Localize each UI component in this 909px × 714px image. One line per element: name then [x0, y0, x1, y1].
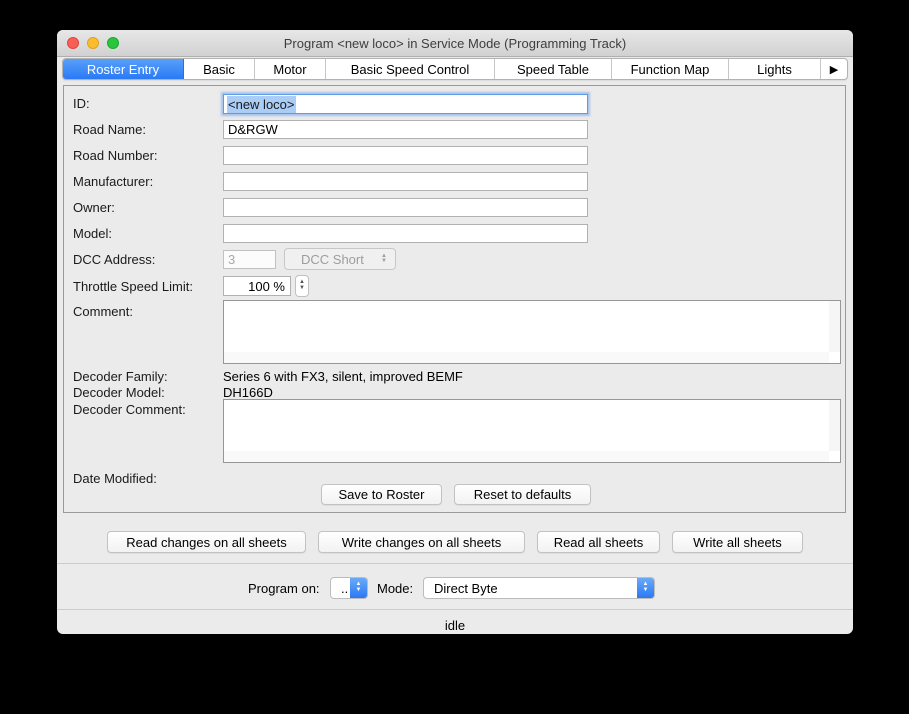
- title-bar[interactable]: Program <new loco> in Service Mode (Prog…: [57, 30, 853, 57]
- stepper-down-icon[interactable]: ▼: [299, 286, 305, 292]
- tab-motor[interactable]: Motor: [255, 59, 326, 79]
- decoder-comment-vertical-scrollbar[interactable]: [829, 400, 840, 451]
- save-to-roster-button[interactable]: Save to Roster: [321, 484, 442, 505]
- tab-basic[interactable]: Basic: [184, 59, 255, 79]
- write-all-sheets-button[interactable]: Write all sheets: [672, 531, 803, 553]
- tab-overflow-right-icon[interactable]: ▶: [821, 59, 847, 79]
- reset-to-defaults-button[interactable]: Reset to defaults: [454, 484, 591, 505]
- id-field[interactable]: <new loco>: [223, 94, 588, 114]
- mode-select[interactable]: Direct Byte ▲▼: [423, 577, 655, 599]
- program-window: Program <new loco> in Service Mode (Prog…: [57, 30, 853, 634]
- program-on-value: ..: [331, 581, 350, 596]
- road-number-field[interactable]: [223, 146, 588, 165]
- manufacturer-field[interactable]: [223, 172, 588, 191]
- separator: [57, 563, 853, 564]
- decoder-family-label: Decoder Family:: [73, 369, 168, 384]
- program-on-label: Program on:: [248, 581, 320, 596]
- separator: [57, 609, 853, 610]
- decoder-comment-textarea[interactable]: [223, 399, 841, 463]
- dropdown-chevrons-icon: ▲▼: [350, 578, 367, 598]
- throttle-speed-limit-field[interactable]: [223, 276, 291, 296]
- dropdown-chevrons-icon: ▲▼: [637, 578, 654, 598]
- decoder-family-value: Series 6 with FX3, silent, improved BEMF: [223, 369, 463, 384]
- owner-label: Owner:: [73, 200, 115, 215]
- id-label: ID:: [73, 96, 90, 111]
- program-on-select[interactable]: .. ▲▼: [330, 577, 368, 599]
- minimize-button[interactable]: [87, 37, 99, 49]
- write-changes-all-sheets-button[interactable]: Write changes on all sheets: [318, 531, 525, 553]
- tab-speed-table[interactable]: Speed Table: [495, 59, 612, 79]
- decoder-comment-horizontal-scrollbar[interactable]: [224, 451, 829, 462]
- date-modified-label: Date Modified:: [73, 471, 157, 486]
- tab-lights[interactable]: Lights: [729, 59, 821, 79]
- traffic-lights: [67, 37, 119, 49]
- status-text: idle: [57, 618, 853, 633]
- id-selected-text: <new loco>: [227, 96, 296, 113]
- dcc-address-type-value: DCC Short: [301, 252, 364, 267]
- dcc-address-label: DCC Address:: [73, 252, 155, 267]
- window-title: Program <new loco> in Service Mode (Prog…: [284, 36, 626, 51]
- comment-vertical-scrollbar[interactable]: [829, 301, 840, 352]
- decoder-model-label: Decoder Model:: [73, 385, 165, 400]
- road-name-field[interactable]: [223, 120, 588, 139]
- read-all-sheets-button[interactable]: Read all sheets: [537, 531, 660, 553]
- comment-label: Comment:: [73, 304, 133, 319]
- comment-textarea[interactable]: [223, 300, 841, 364]
- tab-basic-speed-control[interactable]: Basic Speed Control: [326, 59, 495, 79]
- tab-roster-entry[interactable]: Roster Entry: [63, 59, 184, 79]
- decoder-comment-label: Decoder Comment:: [73, 402, 186, 417]
- zoom-button[interactable]: [107, 37, 119, 49]
- model-field[interactable]: [223, 224, 588, 243]
- manufacturer-label: Manufacturer:: [73, 174, 153, 189]
- road-number-label: Road Number:: [73, 148, 158, 163]
- throttle-speed-limit-label: Throttle Speed Limit:: [73, 279, 193, 294]
- throttle-speed-limit-stepper[interactable]: ▲▼: [295, 275, 309, 297]
- close-button[interactable]: [67, 37, 79, 49]
- mode-value: Direct Byte: [424, 581, 637, 596]
- dcc-address-type-select: DCC Short ▲▼: [284, 248, 396, 270]
- tab-strip: Roster Entry Basic Motor Basic Speed Con…: [62, 58, 848, 80]
- stepper-chevrons-icon: ▲▼: [381, 254, 387, 264]
- decoder-model-value: DH166D: [223, 385, 273, 400]
- owner-field[interactable]: [223, 198, 588, 217]
- comment-horizontal-scrollbar[interactable]: [224, 352, 829, 363]
- dcc-address-field: [223, 250, 276, 269]
- road-name-label: Road Name:: [73, 122, 146, 137]
- tab-function-map[interactable]: Function Map: [612, 59, 729, 79]
- mode-label: Mode:: [377, 581, 413, 596]
- read-changes-all-sheets-button[interactable]: Read changes on all sheets: [107, 531, 306, 553]
- roster-entry-panel: ID: <new loco> Road Name: Road Number: M…: [63, 85, 846, 513]
- model-label: Model:: [73, 226, 112, 241]
